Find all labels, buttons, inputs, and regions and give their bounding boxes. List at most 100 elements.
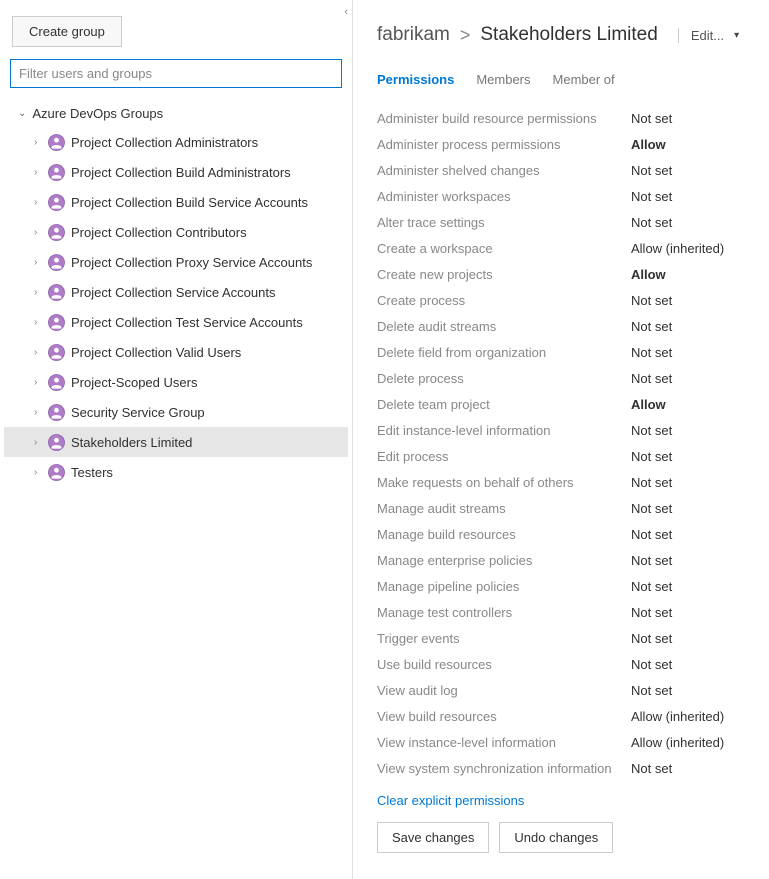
permission-value[interactable]: Not set (631, 293, 751, 308)
tree-root[interactable]: ⌄ Azure DevOps Groups (4, 100, 348, 127)
permission-row[interactable]: Create a workspaceAllow (inherited) (377, 235, 751, 261)
tree-item[interactable]: ›Stakeholders Limited (4, 427, 348, 457)
undo-button[interactable]: Undo changes (499, 822, 613, 853)
permission-row[interactable]: Manage enterprise policiesNot set (377, 547, 751, 573)
tree-item[interactable]: ›Project Collection Valid Users (4, 337, 348, 367)
group-icon (48, 344, 65, 361)
permission-value[interactable]: Not set (631, 449, 751, 464)
tree-item-label: Security Service Group (71, 405, 205, 420)
tree-item-label: Project Collection Test Service Accounts (71, 315, 303, 330)
permission-value[interactable]: Not set (631, 475, 751, 490)
permission-value[interactable]: Not set (631, 527, 751, 542)
permission-row[interactable]: Manage build resourcesNot set (377, 521, 751, 547)
permission-row[interactable]: Delete team projectAllow (377, 391, 751, 417)
group-icon (48, 254, 65, 271)
tree-item[interactable]: ›Project Collection Administrators (4, 127, 348, 157)
permission-name: View build resources (377, 709, 631, 724)
permission-name: Edit process (377, 449, 631, 464)
permission-row[interactable]: Administer build resource permissionsNot… (377, 105, 751, 131)
tree-item[interactable]: › Security Service Group (4, 397, 348, 427)
permission-value[interactable]: Not set (631, 319, 751, 334)
permission-row[interactable]: Manage pipeline policiesNot set (377, 573, 751, 599)
permission-row[interactable]: View audit logNot set (377, 677, 751, 703)
tab-members[interactable]: Members (476, 72, 530, 91)
permission-row[interactable]: Administer shelved changesNot set (377, 157, 751, 183)
permission-name: Manage test controllers (377, 605, 631, 620)
permission-value[interactable]: Not set (631, 111, 751, 126)
tree-item-label: Project Collection Valid Users (71, 345, 241, 360)
permission-row[interactable]: Use build resourcesNot set (377, 651, 751, 677)
permission-row[interactable]: View build resourcesAllow (inherited) (377, 703, 751, 729)
permission-value[interactable]: Not set (631, 605, 751, 620)
permission-row[interactable]: Delete processNot set (377, 365, 751, 391)
permission-row[interactable]: Manage audit streamsNot set (377, 495, 751, 521)
chevron-right-icon: › (34, 407, 46, 418)
breadcrumb-org[interactable]: fabrikam (377, 24, 450, 46)
permission-row[interactable]: View system synchronization informationN… (377, 755, 751, 781)
group-icon (48, 404, 65, 421)
permission-value[interactable]: Not set (631, 215, 751, 230)
tree-item[interactable]: ›Project Collection Build Service Accoun… (4, 187, 348, 217)
permission-row[interactable]: Edit processNot set (377, 443, 751, 469)
permission-row[interactable]: Alter trace settingsNot set (377, 209, 751, 235)
save-button[interactable]: Save changes (377, 822, 489, 853)
tree-item[interactable]: ›Project Collection Proxy Service Accoun… (4, 247, 348, 277)
tree-item[interactable]: ›Project-Scoped Users (4, 367, 348, 397)
collapse-sidebar-icon[interactable]: ‹ (344, 6, 348, 18)
permission-value[interactable]: Not set (631, 631, 751, 646)
create-group-button[interactable]: Create group (12, 16, 122, 47)
tree-item-label: Project Collection Service Accounts (71, 285, 275, 300)
permission-value[interactable]: Allow (631, 267, 751, 282)
permission-name: View system synchronization information (377, 761, 631, 776)
tree-item[interactable]: ›Project Collection Build Administrators (4, 157, 348, 187)
tree-item[interactable]: ›Project Collection Test Service Account… (4, 307, 348, 337)
permission-value[interactable]: Allow (inherited) (631, 709, 751, 724)
permission-value[interactable]: Allow (inherited) (631, 735, 751, 750)
permission-row[interactable]: Create processNot set (377, 287, 751, 313)
permission-value[interactable]: Not set (631, 501, 751, 516)
permission-value[interactable]: Not set (631, 657, 751, 672)
permission-name: Delete audit streams (377, 319, 631, 334)
permission-value[interactable]: Not set (631, 683, 751, 698)
permission-row[interactable]: Administer process permissionsAllow (377, 131, 751, 157)
permission-value[interactable]: Allow (inherited) (631, 241, 751, 256)
permission-value[interactable]: Allow (631, 397, 751, 412)
permission-name: Create process (377, 293, 631, 308)
permission-row[interactable]: Delete audit streamsNot set (377, 313, 751, 339)
permission-value[interactable]: Not set (631, 189, 751, 204)
permission-row[interactable]: Administer workspacesNot set (377, 183, 751, 209)
clear-permissions-link[interactable]: Clear explicit permissions (377, 793, 524, 808)
permission-row[interactable]: View instance-level informationAllow (in… (377, 729, 751, 755)
group-icon (48, 314, 65, 331)
tree-item-label: Project Collection Build Administrators (71, 165, 291, 180)
permission-value[interactable]: Not set (631, 423, 751, 438)
permission-value[interactable]: Not set (631, 371, 751, 386)
permission-row[interactable]: Manage test controllersNot set (377, 599, 751, 625)
tree-item[interactable]: ›Testers (4, 457, 348, 487)
chevron-right-icon: › (34, 227, 46, 238)
permission-row[interactable]: Edit instance-level informationNot set (377, 417, 751, 443)
group-icon (48, 194, 65, 211)
tree-item[interactable]: ›Project Collection Service Accounts (4, 277, 348, 307)
permission-value[interactable]: Not set (631, 345, 751, 360)
chevron-right-icon: › (34, 197, 46, 208)
permission-value[interactable]: Not set (631, 761, 751, 776)
permission-row[interactable]: Trigger eventsNot set (377, 625, 751, 651)
tab-member-of[interactable]: Member of (553, 72, 615, 91)
permission-value[interactable]: Not set (631, 579, 751, 594)
permission-value[interactable]: Not set (631, 553, 751, 568)
filter-input[interactable] (10, 59, 342, 88)
chevron-right-icon: › (34, 257, 46, 268)
edit-dropdown[interactable]: Edit... ▾ (678, 28, 739, 43)
permission-row[interactable]: Make requests on behalf of othersNot set (377, 469, 751, 495)
permission-row[interactable]: Delete field from organizationNot set (377, 339, 751, 365)
permission-name: Create new projects (377, 267, 631, 282)
tree-item[interactable]: ›Project Collection Contributors (4, 217, 348, 247)
group-icon (48, 374, 65, 391)
chevron-down-icon: ▾ (734, 30, 739, 41)
tab-permissions[interactable]: Permissions (377, 72, 454, 91)
permission-row[interactable]: Create new projectsAllow (377, 261, 751, 287)
permission-value[interactable]: Not set (631, 163, 751, 178)
group-icon (48, 434, 65, 451)
permission-value[interactable]: Allow (631, 137, 751, 152)
